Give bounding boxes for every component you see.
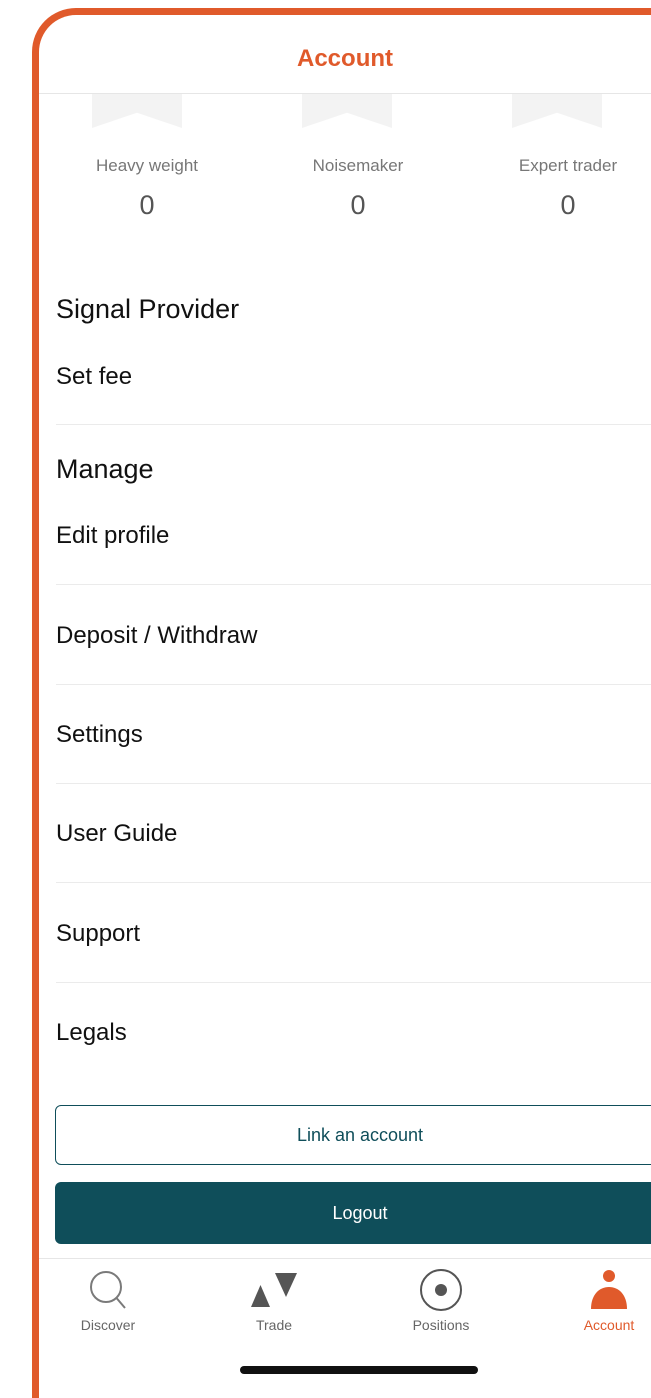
- tab-trade[interactable]: Trade: [209, 1267, 339, 1333]
- badge-noisemaker: Noisemaker 0: [268, 156, 448, 221]
- tab-account[interactable]: Account: [544, 1267, 651, 1333]
- section-title-manage: Manage: [56, 454, 154, 484]
- badge-ribbon: [302, 94, 392, 128]
- badge-expert-trader: Expert trader 0: [478, 156, 651, 221]
- badge-label: Expert trader: [518, 156, 618, 175]
- badge-count: 0: [350, 190, 366, 220]
- divider: [56, 783, 651, 784]
- badge-count: 0: [139, 190, 155, 220]
- divider: [56, 424, 651, 425]
- badge-label: Noisemaker: [312, 156, 404, 175]
- search-icon: [90, 1271, 126, 1309]
- divider: [56, 684, 651, 685]
- menu-item-legals[interactable]: Legals: [56, 1019, 651, 1047]
- tab-label: Positions: [412, 1317, 470, 1333]
- divider: [56, 584, 651, 585]
- menu-item-deposit-withdraw[interactable]: Deposit / Withdraw: [56, 622, 651, 650]
- badge-ribbon: [92, 94, 182, 128]
- app-header: Account: [39, 15, 651, 94]
- home-indicator: [240, 1366, 478, 1374]
- menu-item-settings[interactable]: Settings: [56, 721, 651, 749]
- divider: [56, 882, 651, 883]
- menu-item-edit-profile[interactable]: Edit profile: [56, 522, 651, 550]
- tab-label: Discover: [80, 1317, 136, 1333]
- badge-ribbon: [512, 94, 602, 128]
- badge-label: Heavy weight: [95, 156, 199, 175]
- logout-button[interactable]: Logout: [55, 1182, 651, 1244]
- section-title-signal-provider: Signal Provider: [56, 294, 240, 324]
- menu-item-support[interactable]: Support: [56, 920, 651, 948]
- menu-item-user-guide[interactable]: User Guide: [56, 820, 651, 848]
- positions-icon: [420, 1269, 462, 1311]
- link-account-button[interactable]: Link an account: [55, 1105, 651, 1165]
- tab-positions[interactable]: Positions: [376, 1267, 506, 1333]
- tab-label: Trade: [255, 1317, 293, 1333]
- tab-label: Account: [583, 1317, 635, 1333]
- account-icon: [591, 1270, 627, 1309]
- tab-discover[interactable]: Discover: [43, 1267, 173, 1333]
- trade-icon: [251, 1273, 297, 1307]
- page-title: Account: [297, 45, 393, 72]
- badge-count: 0: [560, 190, 576, 220]
- menu-item-set-fee[interactable]: Set fee: [56, 363, 651, 391]
- badge-heavy-weight: Heavy weight 0: [57, 156, 237, 221]
- divider: [56, 982, 651, 983]
